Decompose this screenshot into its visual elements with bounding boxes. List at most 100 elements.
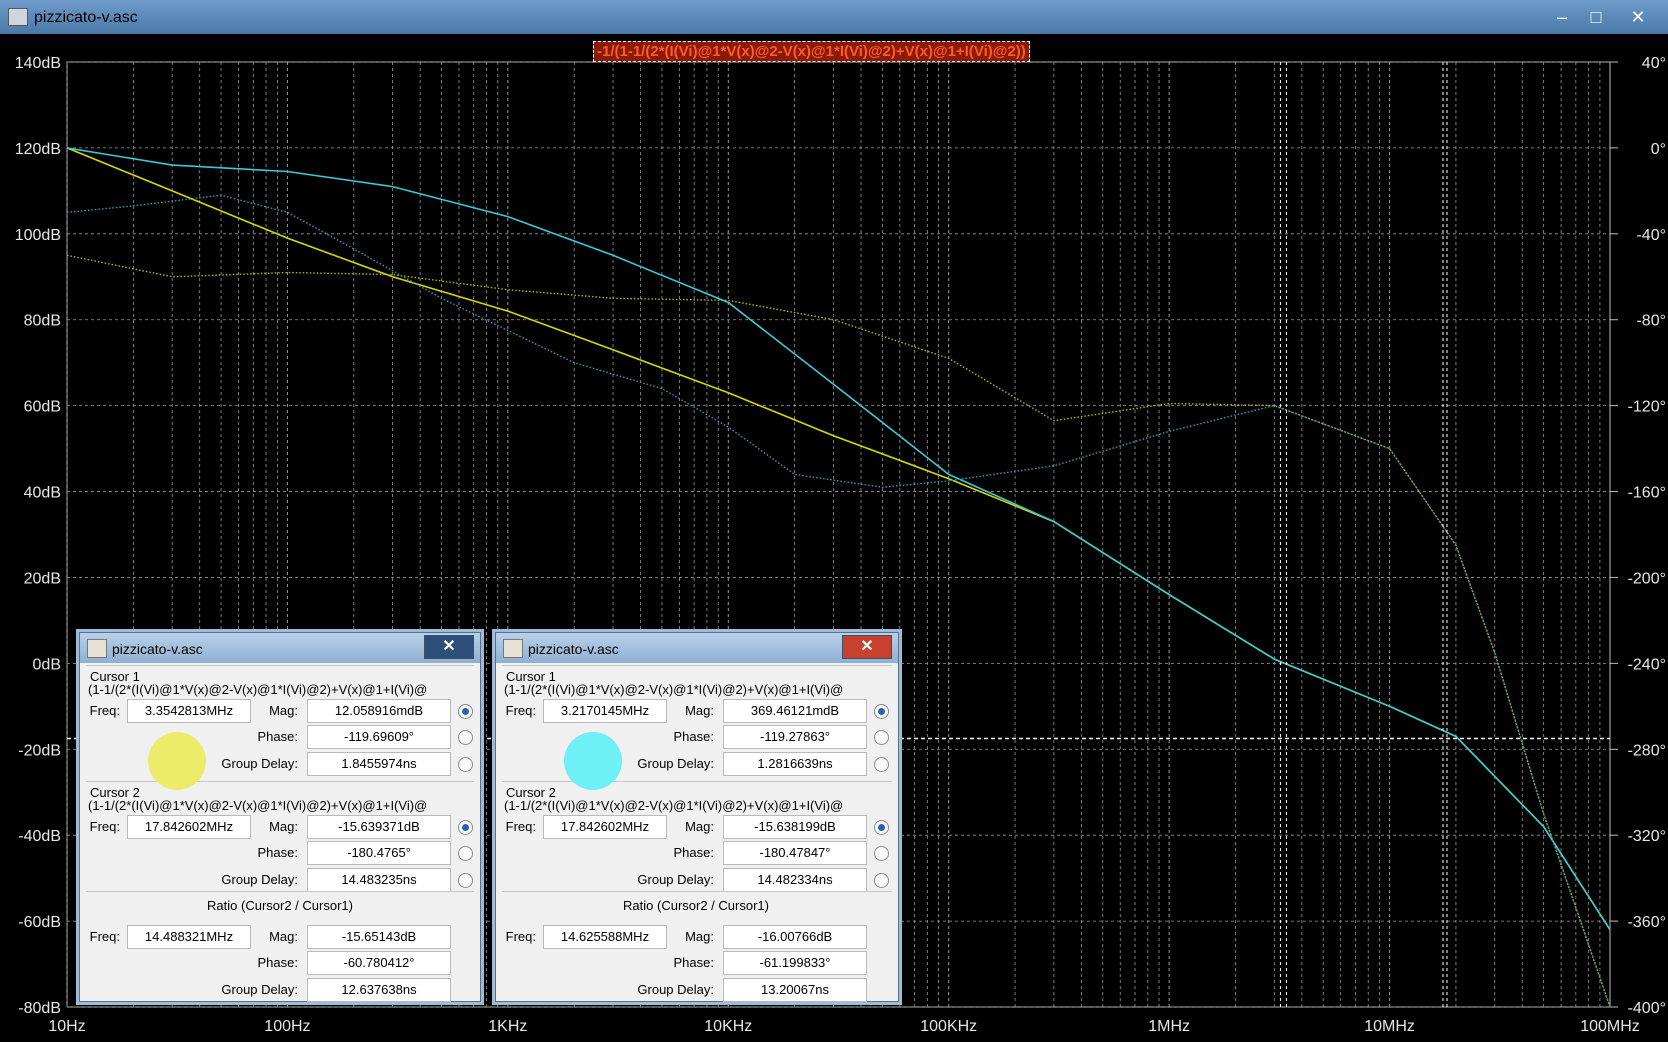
- magnitude-tick-label: 60dB: [24, 399, 61, 416]
- frequency-tick-label: 10MHz: [1364, 1018, 1415, 1035]
- ratio-phase-field[interactable]: -60.780412°: [307, 951, 451, 975]
- cursor1-group-delay-field[interactable]: 1.2816639ns: [723, 752, 867, 776]
- phase-tick-label: -240°: [1628, 656, 1666, 673]
- cursor1-phase-field[interactable]: -119.27863°: [723, 725, 867, 749]
- ratio-group-divider: [86, 891, 474, 892]
- cursor1-group-delay-field[interactable]: 1.8455974ns: [307, 752, 451, 776]
- frequency-tick-label: 1MHz: [1148, 1018, 1190, 1035]
- cursor2-phase-field[interactable]: -180.4765°: [307, 841, 451, 865]
- frequency-tick-label: 10Hz: [48, 1018, 85, 1035]
- cursor1-group-divider: [502, 665, 892, 666]
- cursor1-freq-field[interactable]: 3.3542813MHz: [127, 699, 251, 723]
- dialog-titlebar[interactable]: pizzicato-v.asc ✕: [80, 633, 480, 663]
- ratio-phase-field[interactable]: -61.199833°: [723, 951, 867, 975]
- cursor2-group-delay-label: Group Delay:: [221, 872, 298, 887]
- phase-tick-label: -280°: [1628, 742, 1666, 759]
- cursor1-color-indicator: [564, 732, 622, 790]
- ratio-label: Ratio (Cursor2 / Cursor1): [623, 898, 769, 913]
- cursor2-group-delay-radio[interactable]: [458, 873, 473, 888]
- cursor1-freq-label: Freq:: [89, 703, 120, 718]
- cursor2-phase-radio[interactable]: [458, 846, 473, 861]
- cursor2-phase-field[interactable]: -180.47847°: [723, 841, 867, 865]
- cursor2-freq-field[interactable]: 17.842602MHz: [127, 815, 251, 839]
- ratio-phase-label: Phase:: [257, 955, 298, 970]
- phase-tick-label: -80°: [1636, 313, 1666, 330]
- cursor1-color-indicator: [148, 732, 206, 790]
- cursor2-group-delay-radio[interactable]: [874, 873, 889, 888]
- cursor1-phase-radio[interactable]: [458, 730, 473, 745]
- ratio-phase-label: Phase:: [673, 955, 714, 970]
- cursor-dialog-2[interactable]: pizzicato-v.asc ✕ Cursor 1 (1-1/(2*(I(Vi)…: [495, 632, 899, 1002]
- cursor2-freq-field[interactable]: 17.842602MHz: [543, 815, 667, 839]
- cursor1-mag-field[interactable]: 369.46121mdB: [723, 699, 867, 723]
- magnitude-tick-label: 0dB: [33, 656, 61, 673]
- ratio-mag-field[interactable]: -16.00766dB: [723, 925, 867, 949]
- cursor2-group-delay-field[interactable]: 14.483235ns: [307, 868, 451, 892]
- cursor2-group-delay-field[interactable]: 14.482334ns: [723, 868, 867, 892]
- magnitude-tick-label: 80dB: [24, 313, 61, 330]
- cursor1-phase-field[interactable]: -119.69609°: [307, 725, 451, 749]
- ltspice-icon: [503, 639, 523, 658]
- cursor1-expression: (1-1/(2*(I(Vi)@1*V(x)@2-V(x)@1*I(Vi)@2)+…: [88, 682, 428, 697]
- cursor1-group-divider: [86, 665, 474, 666]
- ratio-mag-field[interactable]: -15.65143dB: [307, 925, 451, 949]
- plot-title[interactable]: -1/(1-1/(2*(I(Vi)@1*V(x)@2-V(x)@1*I(Vi)@…: [593, 41, 1030, 62]
- cursor1-mag-label: Mag:: [269, 703, 298, 718]
- ratio-mag-label: Mag:: [269, 929, 298, 944]
- frequency-tick-label: 1KHz: [488, 1018, 527, 1035]
- magnitude-tick-label: 20dB: [24, 570, 61, 587]
- cursor2-phase-label: Phase:: [673, 845, 714, 860]
- cursor1-freq-field[interactable]: 3.2170145MHz: [543, 699, 667, 723]
- phase-tick-label: -320°: [1628, 828, 1666, 845]
- cursor2-freq-label: Freq:: [89, 819, 120, 834]
- frequency-tick-label: 100KHz: [920, 1018, 977, 1035]
- ltspice-icon: [87, 639, 107, 658]
- cursor2-mag-label: Mag:: [685, 819, 714, 834]
- frequency-tick-label: 100MHz: [1580, 1018, 1640, 1035]
- ratio-freq-label: Freq:: [89, 929, 120, 944]
- cursor1-group-delay-radio[interactable]: [874, 757, 889, 772]
- cursor1-mag-radio[interactable]: [458, 704, 473, 719]
- dialog-close-button[interactable]: ✕: [424, 635, 474, 659]
- ratio-mag-label: Mag:: [685, 929, 714, 944]
- phase-tick-label: -160°: [1628, 485, 1666, 502]
- cursor2-expression: (1-1/(2*(I(Vi)@1*V(x)@2-V(x)@1*I(Vi)@2)+…: [504, 798, 844, 813]
- cursor1-mag-field[interactable]: 12.058916mdB: [307, 699, 451, 723]
- magnitude-tick-label: 120dB: [15, 141, 61, 158]
- ratio-group-delay-field[interactable]: 13.20067ns: [723, 978, 867, 1002]
- ratio-group-divider: [502, 891, 892, 892]
- cursor2-group-divider: [502, 781, 892, 782]
- ratio-freq-field[interactable]: 14.488321MHz: [127, 925, 251, 949]
- cursor1-group-delay-radio[interactable]: [458, 757, 473, 772]
- cursor2-mag-radio[interactable]: [458, 820, 473, 835]
- magnitude-tick-label: -40dB: [18, 828, 61, 845]
- phase-tick-label: 0°: [1651, 141, 1666, 158]
- ratio-group-delay-label: Group Delay:: [221, 982, 298, 997]
- dialog-titlebar[interactable]: pizzicato-v.asc ✕: [496, 633, 898, 663]
- cursor2-phase-label: Phase:: [257, 845, 298, 860]
- cursor2-mag-radio[interactable]: [874, 820, 889, 835]
- cursor2-mag-field[interactable]: -15.638199dB: [723, 815, 867, 839]
- dialog-close-button[interactable]: ✕: [842, 635, 892, 659]
- phase-tick-label: -360°: [1628, 914, 1666, 931]
- magnitude-tick-label: 40dB: [24, 485, 61, 502]
- phase-tick-label: 40°: [1642, 55, 1666, 72]
- phase-tick-label: -120°: [1628, 399, 1666, 416]
- cursor1-mag-radio[interactable]: [874, 704, 889, 719]
- cursor2-group-divider: [86, 781, 474, 782]
- frequency-tick-label: 100Hz: [264, 1018, 310, 1035]
- cursor1-expression: (1-1/(2*(I(Vi)@1*V(x)@2-V(x)@1*I(Vi)@2)+…: [504, 682, 844, 697]
- cursor2-mag-field[interactable]: -15.639371dB: [307, 815, 451, 839]
- cursor2-mag-label: Mag:: [269, 819, 298, 834]
- cursor1-phase-radio[interactable]: [874, 730, 889, 745]
- cursor2-group-delay-label: Group Delay:: [637, 872, 714, 887]
- dialog-title: pizzicato-v.asc: [112, 641, 203, 657]
- cursor2-phase-radio[interactable]: [874, 846, 889, 861]
- cursor1-mag-label: Mag:: [685, 703, 714, 718]
- cursor2-expression: (1-1/(2*(I(Vi)@1*V(x)@2-V(x)@1*I(Vi)@2)+…: [88, 798, 428, 813]
- phase-tick-label: -40°: [1636, 227, 1666, 244]
- ratio-freq-label: Freq:: [505, 929, 536, 944]
- ratio-group-delay-field[interactable]: 12.637638ns: [307, 978, 451, 1002]
- cursor-dialog-1[interactable]: pizzicato-v.asc ✕ Cursor 1 (1-1/(2*(I(Vi)…: [79, 632, 481, 1002]
- ratio-freq-field[interactable]: 14.625588MHz: [543, 925, 667, 949]
